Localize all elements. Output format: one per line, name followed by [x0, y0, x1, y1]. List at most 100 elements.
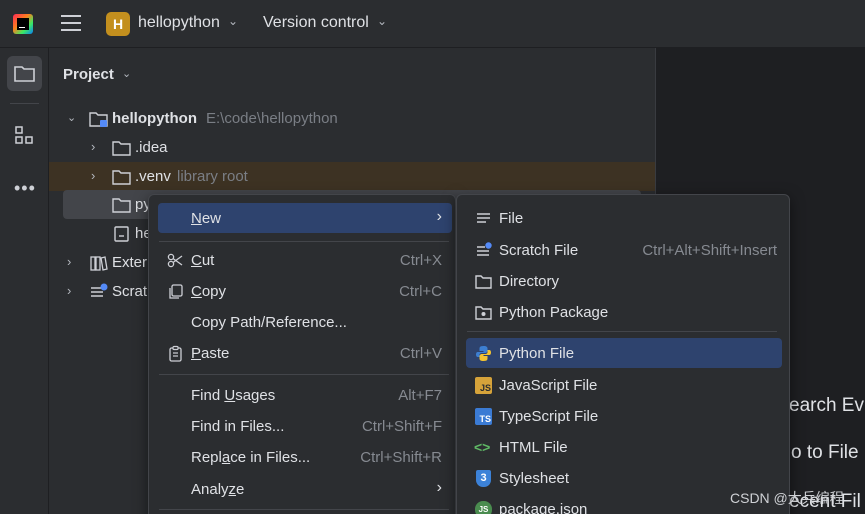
- chevron-right-icon: ›: [436, 479, 442, 496]
- menu-item-python-package[interactable]: Python Package: [466, 297, 782, 327]
- shortcut: Ctrl+Alt+Shift+Insert: [642, 242, 777, 259]
- package-folder-icon: [475, 306, 492, 320]
- menu-label: aste: [201, 345, 230, 362]
- css-icon: 3: [476, 470, 491, 487]
- menu-item-find-in-files[interactable]: Find in Files... Ctrl+Shift+F: [158, 411, 452, 441]
- go-to-file-hint: o to File: [791, 442, 859, 463]
- menu-item-javascript-file[interactable]: JS JavaScript File: [466, 370, 782, 400]
- mnemonic: C: [191, 252, 202, 269]
- panel-title[interactable]: Project: [63, 66, 114, 83]
- tree-hint: library root: [177, 168, 248, 185]
- menu-label: Scratch File: [499, 242, 579, 259]
- tree-label: .venv: [135, 168, 171, 185]
- menu-label: Find in Files...: [191, 418, 285, 435]
- menu-item-directory[interactable]: Directory: [466, 266, 782, 296]
- tool-window-strip: •••: [0, 48, 49, 514]
- library-icon: [90, 256, 108, 271]
- chevron-down-icon[interactable]: ⌄: [228, 14, 238, 28]
- shortcut: Alt+F7: [398, 387, 442, 404]
- folder-icon: [14, 66, 35, 82]
- menu-label: HTML File: [499, 439, 568, 456]
- structure-icon: [15, 126, 33, 144]
- pycharm-logo-icon[interactable]: [13, 14, 33, 34]
- clipboard-icon: [169, 345, 182, 362]
- chevron-down-icon[interactable]: ⌄: [67, 111, 76, 124]
- main-menu-icon[interactable]: [61, 15, 81, 33]
- shortcut: Ctrl+X: [399, 252, 442, 269]
- chevron-right-icon[interactable]: ›: [67, 254, 71, 269]
- menu-label: Repl: [191, 449, 222, 466]
- text-file-icon: [477, 213, 490, 223]
- chevron-right-icon[interactable]: ›: [91, 139, 95, 154]
- folder-icon: [112, 198, 131, 213]
- new-submenu: File Scratch File Ctrl+Alt+Shift+Insert …: [456, 194, 790, 514]
- more-tools-icon[interactable]: •••: [14, 178, 36, 199]
- watermark: CSDN @大兵编程: [730, 490, 844, 506]
- shortcut: Ctrl+V: [399, 345, 442, 362]
- chevron-down-icon[interactable]: ⌄: [377, 14, 387, 28]
- divider: [467, 331, 777, 332]
- structure-tool-button[interactable]: [7, 118, 42, 153]
- menu-label: File: [499, 210, 524, 227]
- menu-item-html-file[interactable]: <> HTML File: [466, 432, 782, 462]
- menu-item-scratch-file[interactable]: Scratch File Ctrl+Alt+Shift+Insert: [466, 235, 782, 265]
- shortcut: Ctrl+Shift+F: [361, 418, 442, 435]
- menu-item-paste[interactable]: Paste Ctrl+V: [158, 338, 452, 368]
- menu-label: JavaScript File: [499, 377, 598, 394]
- tree-label: Scrat: [112, 283, 148, 300]
- menu-label: TypeScript File: [499, 408, 599, 425]
- menu-item-find-usages[interactable]: Find Usages Alt+F7: [158, 380, 452, 410]
- menu-item-analyze[interactable]: Analyze ›: [158, 474, 452, 504]
- nodejs-icon: JS: [475, 501, 492, 514]
- project-badge[interactable]: H: [106, 12, 130, 36]
- shortcut: Ctrl+Shift+R: [360, 449, 442, 466]
- divider: [10, 103, 39, 104]
- tree-row-root[interactable]: ⌄ hellopython E:\code\hellopython: [49, 104, 655, 133]
- file-icon: [114, 226, 129, 242]
- mnemonic: a: [221, 449, 231, 466]
- menu-item-replace-in-files[interactable]: Replace in Files... Ctrl+Shift+R: [158, 442, 452, 472]
- main-toolbar: H hellopython ⌄ Version control ⌄: [0, 0, 865, 48]
- copy-icon: [169, 284, 183, 299]
- chevron-right-icon[interactable]: ›: [67, 283, 71, 298]
- menu-label: Stylesheet: [499, 470, 570, 487]
- menu-label: package.json: [499, 501, 588, 514]
- search-everywhere-hint: earch Ev: [789, 395, 864, 416]
- context-menu: New › Cut Ctrl+X Copy Ctrl+C Copy Path/R…: [148, 194, 456, 514]
- scratches-icon: [91, 283, 108, 297]
- menu-item-copy[interactable]: Copy Ctrl+C: [158, 276, 452, 306]
- menu-label: Python Package: [499, 304, 609, 321]
- chevron-down-icon[interactable]: ⌄: [122, 67, 131, 80]
- menu-item-typescript-file[interactable]: TS TypeScript File: [466, 401, 782, 431]
- menu-label: Python File: [499, 345, 575, 362]
- divider: [159, 374, 449, 375]
- project-tool-button[interactable]: [7, 56, 42, 91]
- mnemonic: U: [224, 387, 236, 404]
- version-control-menu[interactable]: Version control: [263, 14, 369, 32]
- scissors-icon: [167, 253, 183, 268]
- menu-item-copy-path[interactable]: Copy Path/Reference...: [158, 307, 452, 337]
- menu-item-cut[interactable]: Cut Ctrl+X: [158, 245, 452, 275]
- menu-item-python-file[interactable]: Python File: [466, 338, 782, 368]
- tree-path-hint: E:\code\hellopython: [206, 110, 338, 127]
- menu-label: e: [236, 481, 245, 498]
- tree-row-venv[interactable]: › .venv library root: [49, 162, 655, 191]
- tree-row-idea[interactable]: › .idea: [49, 133, 655, 162]
- tree-label: .idea: [135, 139, 168, 156]
- project-switcher[interactable]: hellopython: [138, 14, 220, 32]
- menu-label: Copy Path/Reference...: [191, 314, 347, 331]
- mnemonic: P: [191, 345, 202, 362]
- menu-label: Analy: [191, 481, 229, 498]
- chevron-right-icon: ›: [436, 208, 442, 225]
- shortcut: Ctrl+C: [399, 283, 442, 300]
- mnemonic: z: [228, 481, 237, 498]
- menu-item-new[interactable]: New ›: [158, 203, 452, 233]
- menu-item-file[interactable]: File: [466, 203, 782, 233]
- typescript-icon: TS: [475, 408, 492, 425]
- javascript-icon: JS: [475, 377, 492, 394]
- divider: [159, 241, 449, 242]
- menu-label: sages: [235, 387, 276, 404]
- chevron-right-icon[interactable]: ›: [91, 168, 95, 183]
- menu-label: ce in Files...: [230, 449, 311, 466]
- tree-label: hellopython: [112, 110, 197, 127]
